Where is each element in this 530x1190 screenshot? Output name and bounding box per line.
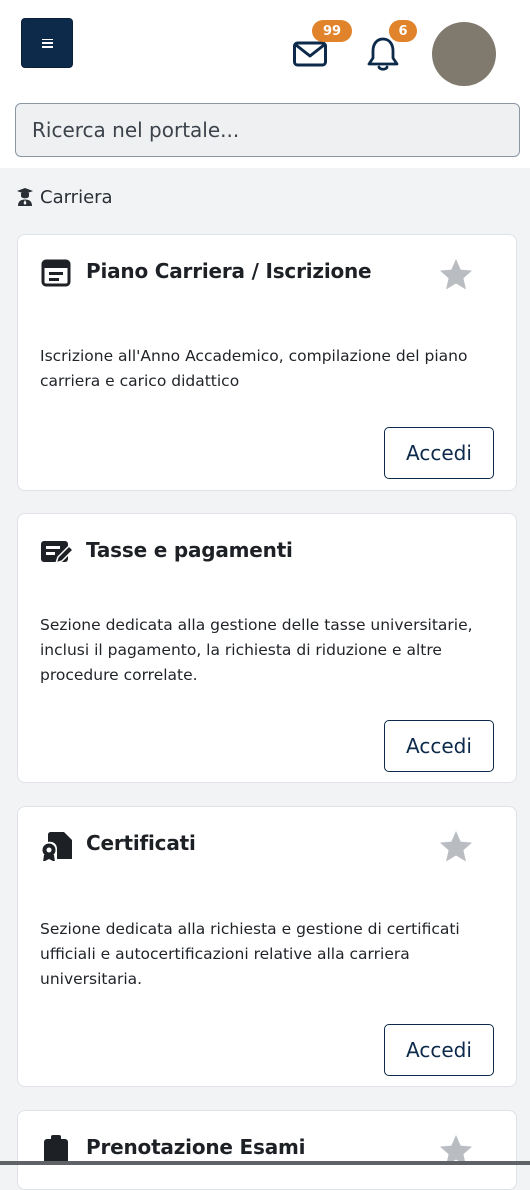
messages-count-badge: 99 (312, 20, 352, 42)
card-title: Piano Carriera / Iscrizione (86, 259, 372, 283)
card-certificati: Certificati Sezione dedicata alla richie… (17, 806, 517, 1087)
card-piano-carriera: Piano Carriera / Iscrizione Iscrizione a… (17, 234, 517, 491)
avatar[interactable] (432, 22, 496, 86)
card-prenotazione-esami: Prenotazione Esami (17, 1110, 517, 1190)
card-description: Sezione dedicata alla gestione delle tas… (40, 616, 473, 684)
accedi-button[interactable]: Accedi (384, 720, 494, 772)
section-heading: Carriera (16, 185, 113, 209)
search-input[interactable] (15, 103, 520, 157)
card-title: Tasse e pagamenti (86, 538, 293, 562)
accedi-button[interactable]: Accedi (384, 427, 494, 479)
messages-button[interactable] (292, 38, 328, 70)
card-title: Certificati (86, 831, 196, 855)
star-icon[interactable] (438, 829, 474, 865)
graduate-icon (17, 188, 33, 206)
bell-icon (367, 37, 399, 71)
section-label: Carriera (40, 186, 113, 208)
card-description: Iscrizione all'Anno Accademico, compilaz… (40, 347, 468, 390)
card-description: Sezione dedicata alla richiesta e gestio… (40, 920, 460, 988)
top-bar: 99 6 (0, 0, 530, 168)
bottom-scroll-edge (0, 1161, 530, 1165)
edit-document-icon (41, 541, 72, 565)
menu-button[interactable] (21, 18, 73, 68)
calendar-note-icon (41, 259, 71, 287)
envelope-icon (293, 41, 327, 67)
star-icon[interactable] (438, 257, 474, 293)
notifications-button[interactable] (366, 36, 400, 72)
accedi-button[interactable]: Accedi (384, 1024, 494, 1076)
card-title: Prenotazione Esami (86, 1135, 306, 1159)
card-tasse-pagamenti: Tasse e pagamenti Sezione dedicata alla … (17, 513, 517, 783)
certificate-icon (42, 832, 72, 861)
hamburger-icon (41, 38, 53, 48)
notifications-count-badge: 6 (389, 20, 417, 42)
